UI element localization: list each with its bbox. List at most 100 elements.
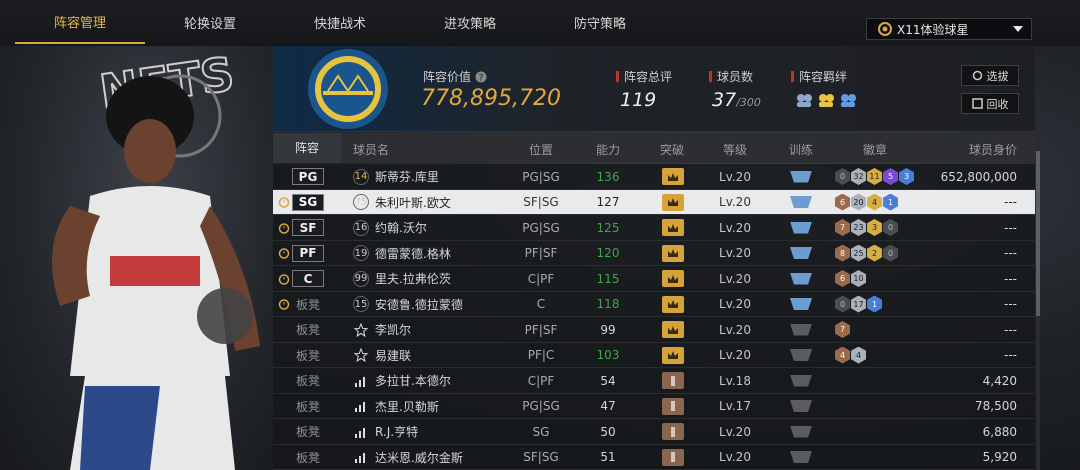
badge-hex[interactable]: 1	[883, 193, 898, 211]
scrollbar-thumb[interactable]	[1036, 151, 1040, 316]
tab-defense-strategy[interactable]: 防守策略	[535, 0, 665, 44]
badge-hex[interactable]: 32	[851, 168, 866, 185]
lineup-slot: 板凳	[295, 323, 320, 337]
player-position: PF|C	[527, 348, 555, 362]
training-icon[interactable]	[790, 451, 812, 463]
player-position: C|PF	[527, 271, 555, 286]
select-players-label: 选拔	[986, 69, 1009, 83]
lineup-slot: 板凳	[295, 297, 320, 312]
player-count-label: 球员数	[717, 70, 754, 84]
lineup-slot[interactable]: SF	[291, 215, 325, 240]
lineup-slot[interactable]: PG	[291, 164, 325, 189]
badge-hex[interactable]: 25	[851, 244, 866, 262]
table-row[interactable]: 板凳 达米恩.威尔金斯 SF|SG 51 Lv.20 5,920	[273, 444, 1035, 470]
table-row[interactable]: 板凳 李凯尔 PF|SF 99 Lv.20 7 ---	[273, 317, 1035, 343]
tab-offense-strategy[interactable]: 进攻策略	[405, 0, 535, 44]
col-position[interactable]: 位置	[529, 141, 553, 158]
table-row[interactable]: SF 16 约翰.沃尔 PG|SG 125 Lv.20 7 23 3 0 ---	[273, 215, 1035, 241]
table-row[interactable]: 板凳 R.J.亨特 SG 50 Lv.20 6,880	[273, 419, 1035, 445]
badge-hex[interactable]: 0	[883, 219, 898, 236]
badge-hex[interactable]: 23	[851, 219, 866, 236]
tab-quick-tactics[interactable]: 快捷战术	[275, 0, 405, 44]
table-row[interactable]: 板凳 15 安德鲁.德拉蒙德 C 118 Lv.20 0 17 1 ---	[273, 291, 1035, 317]
training-icon[interactable]	[790, 221, 812, 234]
lineup-slot[interactable]: PF	[291, 241, 325, 266]
badge-hex[interactable]: 8	[835, 244, 850, 262]
training-icon[interactable]	[790, 400, 812, 412]
col-training[interactable]: 训练	[789, 141, 813, 158]
player-position: PF|SF	[524, 246, 558, 260]
badge-hex[interactable]: 20	[851, 193, 866, 211]
training-icon[interactable]	[790, 247, 812, 259]
tab-lineup[interactable]: 阵容管理	[15, 0, 145, 44]
recycle-icon	[971, 98, 983, 109]
col-player-value[interactable]: 球员身价	[969, 141, 1017, 158]
slot-label: PG	[292, 168, 324, 185]
training-icon[interactable]	[790, 374, 812, 387]
slot-label: C	[292, 270, 324, 287]
col-ability[interactable]: 能力	[596, 141, 620, 158]
player-art: NETS	[52, 46, 260, 470]
help-icon[interactable]: ?	[475, 71, 487, 84]
col-level[interactable]: 等级	[723, 141, 747, 158]
breakthrough-icon	[662, 448, 684, 466]
lineup-rating-label: 阵容总评	[624, 70, 673, 84]
alarm-clock-icon	[277, 190, 291, 215]
badge-hex[interactable]: 6	[835, 270, 850, 287]
badge-hex[interactable]: 10	[851, 270, 866, 287]
crown-icon	[662, 193, 684, 211]
training-icon[interactable]	[790, 425, 812, 438]
badge-hex[interactable]: 17	[851, 295, 866, 313]
player-level: Lv.20	[719, 297, 751, 311]
select-players-button[interactable]: 选拔	[961, 65, 1019, 86]
col-breakthrough[interactable]: 突破	[660, 141, 684, 158]
table-row[interactable]: C 99 里夫.拉弗伦茨 C|PF 115 Lv.20 6 10 ---	[273, 266, 1035, 292]
signal-bars-icon	[351, 394, 371, 419]
badge-hex[interactable]: 4	[835, 346, 850, 364]
bond-icons[interactable]	[795, 92, 857, 108]
badge-hex[interactable]: 4	[851, 346, 866, 364]
slot-label: PF	[292, 244, 324, 262]
training-icon[interactable]	[790, 349, 812, 361]
badge-hex[interactable]: 7	[835, 219, 850, 236]
badge-hex[interactable]: 2	[867, 244, 882, 262]
table-row[interactable]: SG 75 朱利叶斯.欧文 SF|SG 127 Lv.20 6 20 4 1 ---	[273, 189, 1035, 215]
badge-hex[interactable]: 3	[867, 219, 882, 236]
table-row[interactable]: PG 14 斯蒂芬.库里 PG|SG 136 Lv.20 0 32 11 5 3 652…	[273, 164, 1035, 190]
badge-hex[interactable]: 7	[835, 321, 850, 338]
table-row[interactable]: 板凳 多拉甘.本德尔 C|PF 54 Lv.18 4,420	[273, 368, 1035, 394]
badge-hex[interactable]: 6	[835, 193, 850, 211]
col-player-name[interactable]: 球员名	[353, 141, 389, 158]
recycle-button[interactable]: 回收	[961, 93, 1019, 114]
training-icon[interactable]	[790, 196, 812, 208]
badge-hex[interactable]: 11	[867, 168, 882, 185]
table-scrollbar[interactable]	[1036, 133, 1040, 470]
table-row[interactable]: 板凳 杰里.贝勒斯 PG|SG 47 Lv.17 78,500	[273, 393, 1035, 419]
crown-icon	[662, 244, 684, 262]
mode-select-dropdown[interactable]: X11体验球星	[866, 18, 1032, 40]
star-icon	[351, 343, 371, 368]
table-row[interactable]: PF 19 德雷蒙德.格林 PF|SF 120 Lv.20 8 25 2 0 ---	[273, 240, 1035, 266]
training-icon[interactable]	[790, 272, 812, 285]
training-icon[interactable]	[790, 323, 812, 336]
badge-hex[interactable]: 0	[883, 244, 898, 262]
col-badges[interactable]: 徽章	[863, 141, 887, 158]
player-level: Lv.20	[719, 424, 751, 439]
training-icon[interactable]	[790, 170, 812, 183]
tab-rotation[interactable]: 轮换设置	[145, 0, 275, 44]
training-icon[interactable]	[790, 298, 812, 310]
badge-hex[interactable]: 4	[867, 193, 882, 211]
badge-hex[interactable]: 5	[883, 168, 898, 185]
player-ability: 99	[600, 322, 616, 337]
table-row[interactable]: 板凳 易建联 PF|C 103 Lv.20 44 ---	[273, 342, 1035, 368]
lineup-value-label: 阵容价值	[423, 70, 472, 84]
player-ability: 54	[600, 373, 616, 388]
badge-hex[interactable]: 0	[835, 168, 850, 185]
lineup-slot[interactable]: C	[291, 266, 325, 291]
slot-label: SG	[292, 193, 324, 211]
lineup-rating: 119	[620, 89, 657, 111]
badge-hex[interactable]: 0	[835, 295, 850, 313]
col-lineup[interactable]: 阵容	[273, 133, 341, 163]
lineup-slot[interactable]: SG	[291, 190, 325, 215]
badge-hex[interactable]: 1	[867, 295, 882, 313]
